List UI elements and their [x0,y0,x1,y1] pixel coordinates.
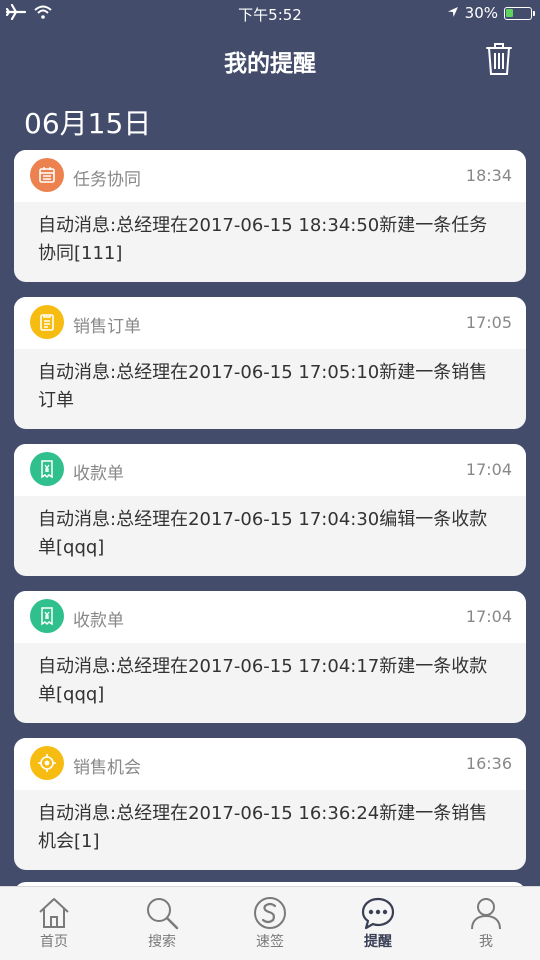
card-header: 任务协同 18:34 [14,150,526,202]
list-item[interactable]: 收款单 17:04 自动消息:总经理在2017-06-15 17:04:17新建一条… [14,591,526,723]
tab-search[interactable]: 搜索 [108,887,216,960]
tab-label: 我 [479,934,493,950]
card-time: 17:04 [465,607,512,626]
card-message: 自动消息:总经理在2017-06-15 17:04:30编辑一条收款单[qqq] [38,509,488,558]
tab-label: 首页 [40,934,68,950]
card-time: 16:36 [465,754,512,773]
reminder-list: 任务协同 18:34 自动消息:总经理在2017-06-15 18:34:50新建一… [14,150,526,885]
user-icon [468,895,504,931]
tab-label: 搜索 [148,934,176,950]
tab-sign[interactable]: 速签 [216,887,324,960]
calendar-icon [30,158,64,192]
battery-percent: 30% [464,4,498,22]
receipt-icon [30,599,64,633]
receipt-icon [30,452,64,486]
card-message: 自动消息:总经理在2017-06-15 16:36:24新建一条销售机会[1] [38,803,488,852]
card-header: 销售订单 17:05 [14,297,526,349]
status-right: 30% [447,4,535,22]
card-header: 收款单 17:04 [14,591,526,643]
tab-chat[interactable]: 提醒 [324,887,432,960]
sign-icon [252,895,288,931]
card-type-label: 任务协同 [73,170,141,190]
card-header: 收款单 17:04 [14,444,526,496]
date-header: 06月15日 [24,107,152,140]
card-header: 销售机会 16:36 [14,738,526,790]
clipboard-icon [30,305,64,339]
tab-label: 提醒 [364,934,392,950]
search-icon [144,895,180,931]
battery-icon [504,6,535,20]
tab-user[interactable]: 我 [432,887,540,960]
card-message: 自动消息:总经理在2017-06-15 18:34:50新建一条任务协同[111… [38,215,488,264]
card-type-label: 收款单 [73,611,124,631]
tab-label: 速签 [256,934,284,950]
card-time: 18:34 [465,166,512,185]
card-message: 自动消息:总经理在2017-06-15 17:05:10新建一条销售订单 [38,362,488,411]
card-time: 17:05 [465,313,512,332]
trash-button[interactable] [484,42,514,76]
trash-icon [486,43,512,75]
home-icon [36,895,72,931]
status-bar: 下午5:52 30% [0,0,540,28]
list-item[interactable]: 销售订单 17:05 自动消息:总经理在2017-06-15 17:05:10新建一… [14,297,526,429]
list-item[interactable]: 销售机会 16:36 自动消息:总经理在2017-06-15 16:36:24新建一… [14,738,526,870]
location-arrow-icon [447,4,459,22]
page-title: 我的提醒 [224,51,316,77]
card-type-label: 收款单 [73,464,124,484]
tab-home[interactable]: 首页 [0,887,108,960]
chat-icon [360,895,396,931]
tab-bar: 首页 搜索 速签 提醒 我 [0,886,540,960]
card-type-label: 销售机会 [73,758,141,778]
nav-bar: 我的提醒 [0,28,540,92]
card-time: 17:04 [465,460,512,479]
card-message: 自动消息:总经理在2017-06-15 17:04:17新建一条收款单[qqq] [38,656,488,705]
target-icon [30,746,64,780]
list-item[interactable]: 收款单 17:04 自动消息:总经理在2017-06-15 17:04:30编辑一条… [14,444,526,576]
card-type-label: 销售订单 [73,317,141,337]
list-item[interactable]: 任务协同 18:34 自动消息:总经理在2017-06-15 18:34:50新建一… [14,150,526,282]
